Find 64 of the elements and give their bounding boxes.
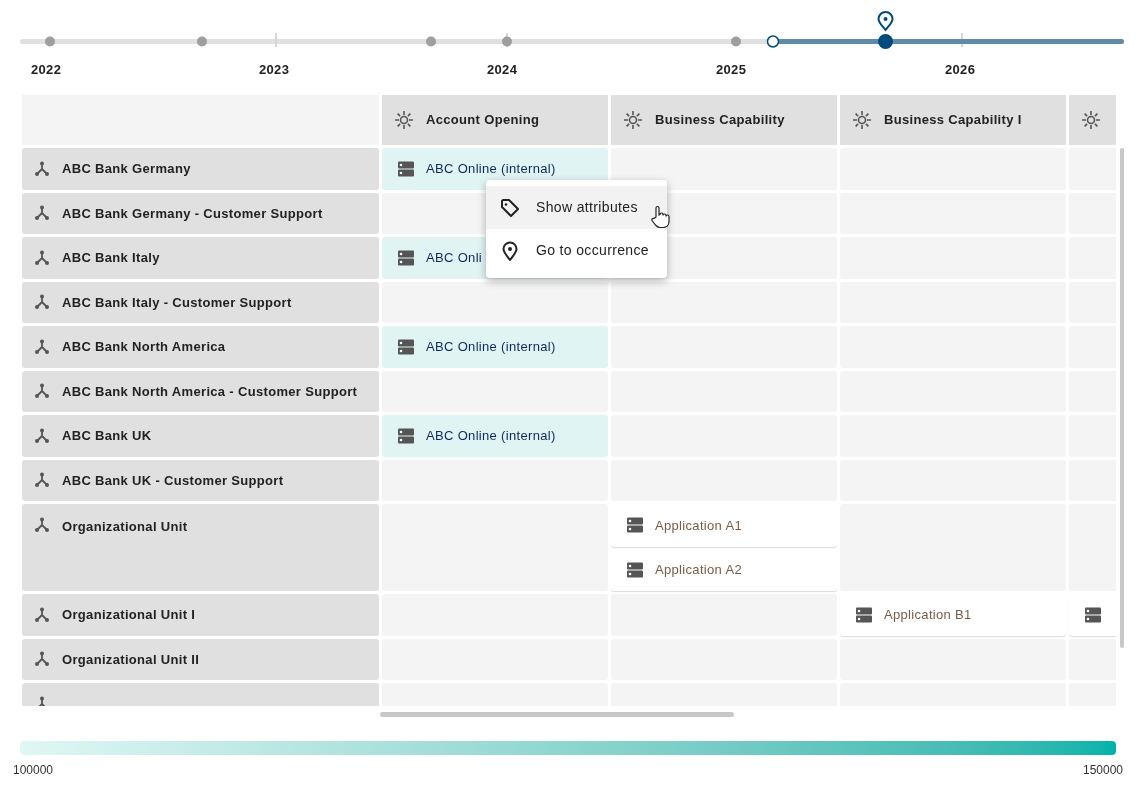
- tag-icon: [500, 197, 520, 218]
- horizontal-scrollbar[interactable]: [380, 712, 734, 717]
- hierarchy-icon: [34, 517, 50, 533]
- row-header[interactable]: Organizational Unit II: [22, 638, 379, 680]
- hierarchy-icon: [34, 160, 50, 177]
- column-header[interactable]: Account Opening: [382, 95, 608, 145]
- event-marker[interactable]: [731, 36, 741, 47]
- slider-thumb[interactable]: [878, 34, 894, 49]
- sparkle-icon: [623, 110, 643, 130]
- row-header[interactable]: ABC Bank Germany: [22, 148, 379, 190]
- hierarchy-icon: [34, 249, 50, 266]
- row-header[interactable]: ABC Bank North America - Customer Support: [22, 370, 379, 412]
- application-card[interactable]: ABC Online (internal): [382, 326, 608, 368]
- year-label: 2025: [716, 61, 747, 79]
- sparkle-icon: [394, 110, 414, 130]
- server-icon: [856, 606, 872, 623]
- sparkle-icon: [852, 110, 872, 130]
- year-label: 2022: [31, 61, 62, 79]
- scale-min-label: 100000: [13, 762, 54, 779]
- hierarchy-icon: [34, 427, 50, 444]
- row-header[interactable]: ABC Bank UK: [22, 415, 379, 457]
- server-icon: [398, 338, 414, 355]
- server-icon: [398, 249, 414, 266]
- application-card[interactable]: Application A2: [611, 548, 837, 591]
- column-header[interactable]: Business Capability: [611, 95, 837, 145]
- year-label: 2023: [259, 61, 290, 79]
- application-card[interactable]: ABC Online (internal): [382, 415, 608, 457]
- application-card[interactable]: Application B1: [840, 594, 1066, 636]
- sparkle-icon: [1081, 110, 1101, 130]
- event-marker[interactable]: [426, 36, 436, 47]
- row-header[interactable]: ABC Bank Italy - Customer Support: [22, 281, 379, 323]
- year-label: 2026: [945, 61, 976, 79]
- event-marker[interactable]: [502, 36, 512, 47]
- server-icon: [1085, 606, 1101, 623]
- location-pin-icon: [500, 240, 520, 261]
- hierarchy-icon: [34, 651, 50, 668]
- menu-item[interactable]: Show attributes: [486, 186, 667, 229]
- hierarchy-icon: [34, 205, 50, 222]
- column-header[interactable]: Business Capability I: [840, 95, 1066, 145]
- server-icon: [627, 517, 643, 534]
- application-card[interactable]: Application A1: [611, 504, 837, 547]
- row-header[interactable]: ABC Bank UK - Customer Support: [22, 459, 379, 501]
- row-header[interactable]: Organizational Unit I: [22, 594, 379, 636]
- hierarchy-icon: [34, 606, 50, 623]
- row-header[interactable]: Organizational Unit: [22, 504, 379, 591]
- row-header[interactable]: ABC Bank Italy: [22, 237, 379, 279]
- vertical-scrollbar[interactable]: [1120, 148, 1124, 648]
- scale-max-label: 150000: [1082, 762, 1123, 779]
- hierarchy-icon: [34, 294, 50, 311]
- hierarchy-icon: [34, 472, 50, 489]
- menu-item[interactable]: Go to occurrence: [486, 229, 667, 272]
- row-header[interactable]: ABC Bank North America: [22, 326, 379, 368]
- hierarchy-icon: [34, 383, 50, 400]
- selected-range[interactable]: [766, 35, 1124, 48]
- server-icon: [627, 561, 643, 578]
- year-label: 2024: [487, 61, 518, 79]
- server-icon: [398, 427, 414, 444]
- server-icon: [398, 160, 414, 177]
- event-marker[interactable]: [197, 36, 207, 47]
- row-header[interactable]: ABC Bank Germany - Customer Support: [22, 192, 379, 234]
- event-marker[interactable]: [45, 36, 55, 47]
- location-pin-icon: [877, 11, 894, 31]
- hand-cursor-icon: [650, 205, 670, 229]
- hierarchy-icon: [34, 338, 50, 355]
